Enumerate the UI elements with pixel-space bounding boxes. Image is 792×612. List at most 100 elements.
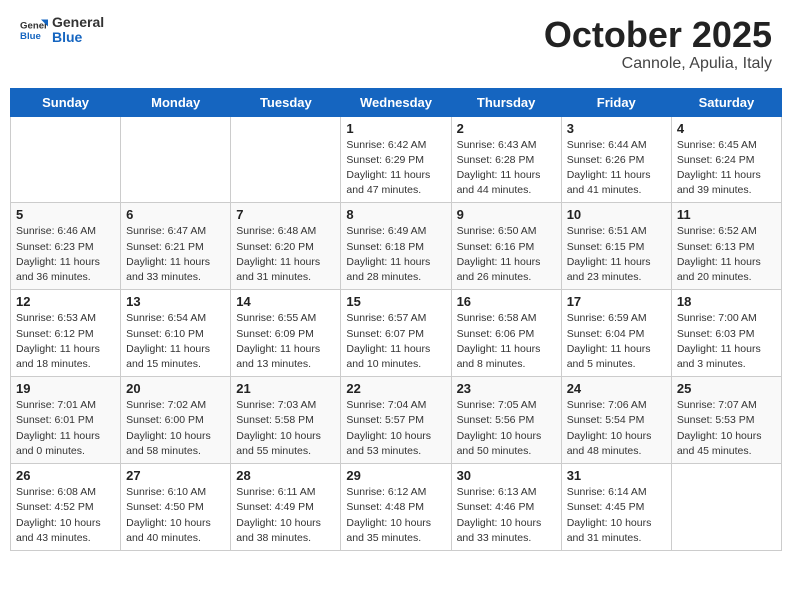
calendar-week-row: 5Sunrise: 6:46 AM Sunset: 6:23 PM Daylig… — [11, 203, 782, 290]
calendar-cell — [121, 116, 231, 203]
day-info: Sunrise: 7:02 AM Sunset: 6:00 PM Dayligh… — [126, 398, 225, 459]
day-info: Sunrise: 6:49 AM Sunset: 6:18 PM Dayligh… — [346, 224, 445, 285]
logo-icon: General Blue — [20, 16, 48, 44]
day-number: 4 — [677, 121, 776, 136]
calendar-cell: 19 Sunrise: 7:01 AM Sunset: 6:01 PM Dayli… — [11, 377, 121, 464]
day-info: Sunrise: 6:53 AM Sunset: 6:12 PM Dayligh… — [16, 311, 115, 372]
day-number: 7 — [236, 207, 335, 222]
day-info: Sunrise: 6:55 AM Sunset: 6:09 PM Dayligh… — [236, 311, 335, 372]
calendar-cell: 30 Sunrise: 6:13 AM Sunset: 4:46 PM Dayli… — [451, 464, 561, 551]
day-info: Sunrise: 6:59 AM Sunset: 6:04 PM Dayligh… — [567, 311, 666, 372]
day-number: 28 — [236, 468, 335, 483]
calendar-cell: 4 Sunrise: 6:45 AM Sunset: 6:24 PM Daylig… — [671, 116, 781, 203]
day-header-monday: Monday — [121, 88, 231, 116]
day-header-wednesday: Wednesday — [341, 88, 451, 116]
day-number: 15 — [346, 294, 445, 309]
day-info: Sunrise: 6:44 AM Sunset: 6:26 PM Dayligh… — [567, 138, 666, 199]
day-info: Sunrise: 6:12 AM Sunset: 4:48 PM Dayligh… — [346, 485, 445, 546]
calendar-cell: 8 Sunrise: 6:49 AM Sunset: 6:18 PM Daylig… — [341, 203, 451, 290]
day-info: Sunrise: 6:13 AM Sunset: 4:46 PM Dayligh… — [457, 485, 556, 546]
calendar-cell: 6 Sunrise: 6:47 AM Sunset: 6:21 PM Daylig… — [121, 203, 231, 290]
day-info: Sunrise: 7:01 AM Sunset: 6:01 PM Dayligh… — [16, 398, 115, 459]
calendar-cell: 31Sunrise: 6:14 AM Sunset: 4:45 PM Dayli… — [561, 464, 671, 551]
calendar-cell: 29 Sunrise: 6:12 AM Sunset: 4:48 PM Dayli… — [341, 464, 451, 551]
calendar-cell: 28Sunrise: 6:11 AM Sunset: 4:49 PM Dayli… — [231, 464, 341, 551]
calendar-cell: 14 Sunrise: 6:55 AM Sunset: 6:09 PM Dayli… — [231, 290, 341, 377]
calendar-header-row: SundayMondayTuesdayWednesdayThursdayFrid… — [11, 88, 782, 116]
calendar-week-row: 19 Sunrise: 7:01 AM Sunset: 6:01 PM Dayli… — [11, 377, 782, 464]
day-info: Sunrise: 6:50 AM Sunset: 6:16 PM Dayligh… — [457, 224, 556, 285]
day-header-sunday: Sunday — [11, 88, 121, 116]
calendar-cell: 16 Sunrise: 6:58 AM Sunset: 6:06 PM Dayli… — [451, 290, 561, 377]
svg-text:Blue: Blue — [20, 31, 41, 42]
calendar-week-row: 1 Sunrise: 6:42 AM Sunset: 6:29 PM Daylig… — [11, 116, 782, 203]
day-info: Sunrise: 6:58 AM Sunset: 6:06 PM Dayligh… — [457, 311, 556, 372]
calendar-cell: 20 Sunrise: 7:02 AM Sunset: 6:00 PM Dayli… — [121, 377, 231, 464]
calendar-cell: 2Sunrise: 6:43 AM Sunset: 6:28 PM Daylig… — [451, 116, 561, 203]
day-info: Sunrise: 7:05 AM Sunset: 5:56 PM Dayligh… — [457, 398, 556, 459]
day-number: 3 — [567, 121, 666, 136]
day-number: 31 — [567, 468, 666, 483]
calendar-cell: 10Sunrise: 6:51 AM Sunset: 6:15 PM Dayli… — [561, 203, 671, 290]
calendar-cell — [231, 116, 341, 203]
calendar-cell: 5Sunrise: 6:46 AM Sunset: 6:23 PM Daylig… — [11, 203, 121, 290]
calendar-cell: 23 Sunrise: 7:05 AM Sunset: 5:56 PM Dayli… — [451, 377, 561, 464]
month-title-block: October 2025 Cannole, Apulia, Italy — [544, 15, 772, 73]
calendar-cell: 27 Sunrise: 6:10 AM Sunset: 4:50 PM Dayli… — [121, 464, 231, 551]
day-info: Sunrise: 6:54 AM Sunset: 6:10 PM Dayligh… — [126, 311, 225, 372]
calendar-cell: 3 Sunrise: 6:44 AM Sunset: 6:26 PM Daylig… — [561, 116, 671, 203]
day-number: 2 — [457, 121, 556, 136]
calendar-cell — [671, 464, 781, 551]
day-number: 9 — [457, 207, 556, 222]
day-info: Sunrise: 6:57 AM Sunset: 6:07 PM Dayligh… — [346, 311, 445, 372]
calendar-cell: 24Sunrise: 7:06 AM Sunset: 5:54 PM Dayli… — [561, 377, 671, 464]
logo-blue-text: Blue — [52, 30, 104, 45]
day-info: Sunrise: 6:52 AM Sunset: 6:13 PM Dayligh… — [677, 224, 776, 285]
day-header-tuesday: Tuesday — [231, 88, 341, 116]
day-info: Sunrise: 6:10 AM Sunset: 4:50 PM Dayligh… — [126, 485, 225, 546]
day-number: 26 — [16, 468, 115, 483]
calendar-cell: 11 Sunrise: 6:52 AM Sunset: 6:13 PM Dayli… — [671, 203, 781, 290]
day-info: Sunrise: 7:07 AM Sunset: 5:53 PM Dayligh… — [677, 398, 776, 459]
calendar-cell: 13 Sunrise: 6:54 AM Sunset: 6:10 PM Dayli… — [121, 290, 231, 377]
day-info: Sunrise: 7:04 AM Sunset: 5:57 PM Dayligh… — [346, 398, 445, 459]
day-number: 6 — [126, 207, 225, 222]
day-info: Sunrise: 6:47 AM Sunset: 6:21 PM Dayligh… — [126, 224, 225, 285]
day-number: 1 — [346, 121, 445, 136]
day-number: 18 — [677, 294, 776, 309]
day-number: 23 — [457, 381, 556, 396]
day-number: 24 — [567, 381, 666, 396]
calendar-table: SundayMondayTuesdayWednesdayThursdayFrid… — [10, 88, 782, 551]
day-number: 21 — [236, 381, 335, 396]
day-number: 30 — [457, 468, 556, 483]
day-info: Sunrise: 6:42 AM Sunset: 6:29 PM Dayligh… — [346, 138, 445, 199]
day-info: Sunrise: 6:08 AM Sunset: 4:52 PM Dayligh… — [16, 485, 115, 546]
day-number: 8 — [346, 207, 445, 222]
calendar-week-row: 26 Sunrise: 6:08 AM Sunset: 4:52 PM Dayli… — [11, 464, 782, 551]
day-header-saturday: Saturday — [671, 88, 781, 116]
month-year: October 2025 — [544, 15, 772, 55]
day-info: Sunrise: 7:03 AM Sunset: 5:58 PM Dayligh… — [236, 398, 335, 459]
day-number: 25 — [677, 381, 776, 396]
day-number: 27 — [126, 468, 225, 483]
day-number: 29 — [346, 468, 445, 483]
day-number: 16 — [457, 294, 556, 309]
day-number: 14 — [236, 294, 335, 309]
day-number: 20 — [126, 381, 225, 396]
calendar-cell: 1 Sunrise: 6:42 AM Sunset: 6:29 PM Daylig… — [341, 116, 451, 203]
calendar-cell: 22 Sunrise: 7:04 AM Sunset: 5:57 PM Dayli… — [341, 377, 451, 464]
day-number: 10 — [567, 207, 666, 222]
calendar-cell — [11, 116, 121, 203]
day-info: Sunrise: 6:48 AM Sunset: 6:20 PM Dayligh… — [236, 224, 335, 285]
page-header: General Blue General Blue October 2025 C… — [10, 10, 782, 78]
location: Cannole, Apulia, Italy — [544, 55, 772, 73]
logo-general-text: General — [52, 15, 104, 30]
day-header-friday: Friday — [561, 88, 671, 116]
day-number: 22 — [346, 381, 445, 396]
calendar-cell: 21 Sunrise: 7:03 AM Sunset: 5:58 PM Dayli… — [231, 377, 341, 464]
day-number: 11 — [677, 207, 776, 222]
day-info: Sunrise: 6:45 AM Sunset: 6:24 PM Dayligh… — [677, 138, 776, 199]
day-number: 19 — [16, 381, 115, 396]
day-number: 13 — [126, 294, 225, 309]
calendar-cell: 12Sunrise: 6:53 AM Sunset: 6:12 PM Dayli… — [11, 290, 121, 377]
